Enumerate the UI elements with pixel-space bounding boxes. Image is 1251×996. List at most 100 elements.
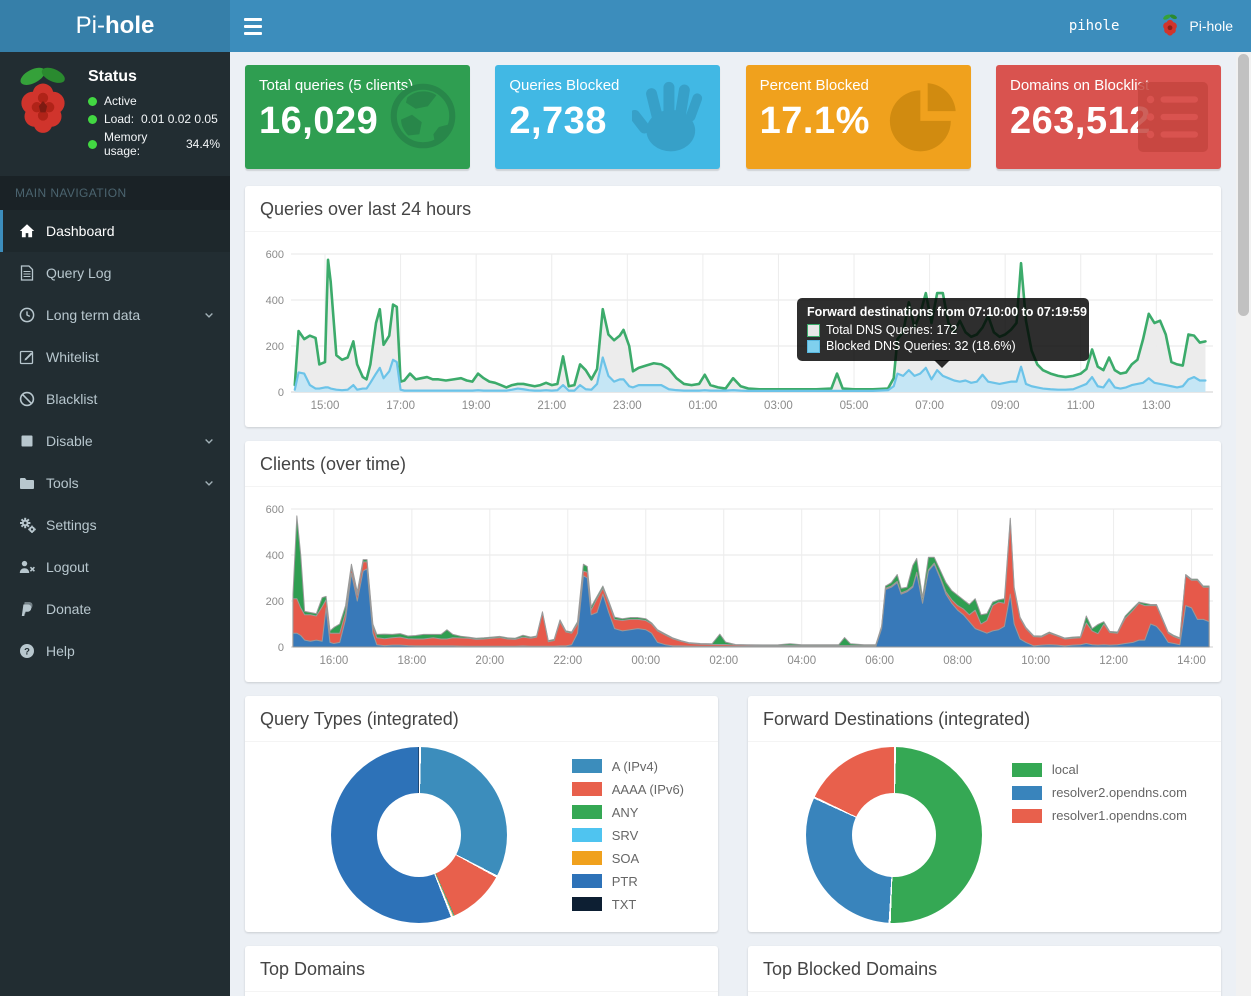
panel-header: Queries over last 24 hours xyxy=(245,186,1221,232)
x-axis-tick-label: 15:00 xyxy=(311,400,340,412)
clients-over-time-chart[interactable]: 020040060016:0018:0020:0022:0000:0002:00… xyxy=(253,497,1213,678)
y-axis-tick-label: 0 xyxy=(278,387,284,399)
status-info: Status Active Load: 0.01 0.02 0.05 Memor… xyxy=(88,64,220,162)
pihole-logo-link[interactable]: Pi-hole xyxy=(0,0,230,52)
pencil-square-icon xyxy=(18,349,36,365)
status-active-row: Active xyxy=(88,94,220,108)
legend-label: SRV xyxy=(612,828,639,843)
sidebar-item-label: Dashboard xyxy=(46,223,115,239)
scrollbar-thumb[interactable] xyxy=(1238,54,1249,316)
sidebar-item-label: Tools xyxy=(46,475,79,491)
y-axis-tick-label: 200 xyxy=(266,596,284,608)
legend-item-txt[interactable]: TXT xyxy=(572,897,684,912)
clock-icon xyxy=(18,307,36,323)
stop-icon xyxy=(18,434,36,448)
logo-text-bold: hole xyxy=(105,12,154,40)
legend-item-local[interactable]: local xyxy=(1012,762,1187,777)
folder-icon xyxy=(18,476,36,490)
x-axis-tick-label: 00:00 xyxy=(631,655,660,667)
y-axis-tick-label: 400 xyxy=(266,550,284,562)
legend-swatch xyxy=(1012,786,1042,800)
memory-value: 34.4% xyxy=(186,137,220,151)
tooltip-swatch-blocked xyxy=(807,340,820,353)
total-queries-card: Total queries (5 clients) 16,029 xyxy=(245,65,470,169)
tooltip-caret xyxy=(934,360,950,368)
brand-link[interactable]: Pi-hole xyxy=(1159,13,1233,40)
forward-destinations-body: local resolver2.opendns.com resolver1.open… xyxy=(748,742,1221,928)
page-scrollbar[interactable] xyxy=(1236,52,1251,996)
hand-icon xyxy=(632,77,712,160)
sidebar-item-label: Disable xyxy=(46,433,93,449)
panel-title: Queries over last 24 hours xyxy=(260,199,1206,220)
tooltip-line-total: Total DNS Queries: 172 xyxy=(807,323,1079,337)
globe-icon xyxy=(384,77,462,160)
sidebar-item-donate[interactable]: Donate xyxy=(0,588,230,630)
sidebar-item-disable[interactable]: Disable xyxy=(0,420,230,462)
hostname-label: pihole xyxy=(1069,18,1120,34)
file-text-icon xyxy=(18,265,36,281)
x-axis-tick-label: 01:00 xyxy=(688,400,717,412)
x-axis-tick-label: 12:00 xyxy=(1099,655,1128,667)
sidebar-item-logout[interactable]: Logout xyxy=(0,546,230,588)
load-values: 0.01 0.02 0.05 xyxy=(141,112,218,126)
legend-item-a-ipv4-[interactable]: A (IPv4) xyxy=(572,759,684,774)
main-header: Pi-hole pihole Pi-hole xyxy=(0,0,1251,52)
x-axis-tick-label: 23:00 xyxy=(613,400,642,412)
nav-section-header: MAIN NAVIGATION xyxy=(0,176,230,210)
legend-label: SOA xyxy=(612,851,639,866)
chevron-down-icon xyxy=(203,309,215,321)
sidebar-item-label: Query Log xyxy=(46,265,111,281)
sidebar-item-tools[interactable]: Tools xyxy=(0,462,230,504)
sidebar-item-query-log[interactable]: Query Log xyxy=(0,252,230,294)
legend-item-resolver1-opendns-com[interactable]: resolver1.opendns.com xyxy=(1012,808,1187,823)
question-circle-icon: ? xyxy=(18,643,36,659)
legend-item-ptr[interactable]: PTR xyxy=(572,874,684,889)
sidebar-item-label: Settings xyxy=(46,517,97,533)
brand-label: Pi-hole xyxy=(1189,18,1233,34)
legend-label: AAAA (IPv6) xyxy=(612,782,684,797)
legend-label: A (IPv4) xyxy=(612,759,658,774)
status-memory-row: Memory usage: 34.4% xyxy=(88,130,220,158)
status-load-row: Load: 0.01 0.02 0.05 xyxy=(88,112,220,126)
panel-header: Top Blocked Domains xyxy=(748,946,1221,992)
sidebar-item-long-term-data[interactable]: Long term data xyxy=(0,294,230,336)
clients-over-time-panel: Clients (over time) 020040060016:0018:00… xyxy=(245,441,1221,682)
top-blocked-domains-panel: Top Blocked Domains xyxy=(748,946,1221,996)
legend-item-srv[interactable]: SRV xyxy=(572,828,684,843)
sidebar-item-whitelist[interactable]: Whitelist xyxy=(0,336,230,378)
list-icon xyxy=(1133,77,1213,162)
legend-label: local xyxy=(1052,762,1079,777)
sidebar-item-help[interactable]: ? Help xyxy=(0,630,230,672)
sidebar-item-settings[interactable]: Settings xyxy=(0,504,230,546)
legend-label: ANY xyxy=(612,805,639,820)
legend-swatch xyxy=(572,828,602,842)
legend-label: PTR xyxy=(612,874,638,889)
legend-item-any[interactable]: ANY xyxy=(572,805,684,820)
sidebar-item-dashboard[interactable]: Dashboard xyxy=(0,210,230,252)
content-area: Total queries (5 clients) 16,029 Queries… xyxy=(230,52,1236,996)
x-axis-tick-label: 20:00 xyxy=(475,655,504,667)
x-axis-tick-label: 07:00 xyxy=(915,400,944,412)
clients-svg: 020040060016:0018:0020:0022:0000:0002:00… xyxy=(253,497,1221,673)
legend-item-aaaa-ipv6-[interactable]: AAAA (IPv6) xyxy=(572,782,684,797)
legend-item-resolver2-opendns-com[interactable]: resolver2.opendns.com xyxy=(1012,785,1187,800)
user-times-icon xyxy=(18,559,36,575)
sidebar: Status Active Load: 0.01 0.02 0.05 Memor… xyxy=(0,52,230,996)
x-axis-tick-label: 08:00 xyxy=(943,655,972,667)
sidebar-item-label: Donate xyxy=(46,601,91,617)
y-axis-tick-label: 600 xyxy=(266,249,284,261)
x-axis-tick-label: 21:00 xyxy=(537,400,566,412)
logo-text-thin: Pi- xyxy=(76,12,105,40)
forward-destinations-donut-chart[interactable] xyxy=(806,747,982,923)
x-axis-tick-label: 10:00 xyxy=(1021,655,1050,667)
legend-swatch xyxy=(572,874,602,888)
tooltip-title: Forward destinations from 07:10:00 to 07… xyxy=(807,305,1079,319)
clients-chart-body: 020040060016:0018:0020:0022:0000:0002:00… xyxy=(245,487,1221,684)
sidebar-toggle-button[interactable] xyxy=(230,0,276,52)
query-types-donut-chart[interactable] xyxy=(331,747,507,923)
sidebar-item-label: Logout xyxy=(46,559,89,575)
legend-item-soa[interactable]: SOA xyxy=(572,851,684,866)
sidebar-item-blacklist[interactable]: Blacklist xyxy=(0,378,230,420)
legend-swatch xyxy=(572,759,602,773)
status-active-label: Active xyxy=(104,94,137,108)
